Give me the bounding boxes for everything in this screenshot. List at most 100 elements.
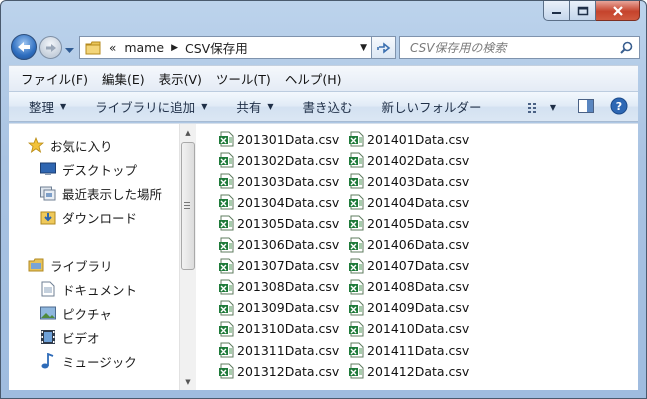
excel-csv-icon: [349, 258, 364, 274]
address-dropdown-arrow[interactable]: ▼: [360, 43, 367, 53]
nav-item-desktop[interactable]: デスクトップ: [39, 158, 137, 180]
file-item[interactable]: 201412Data.csv: [348, 361, 469, 381]
menu-help[interactable]: ヘルプ(H): [285, 69, 342, 88]
burn-label: 書き込む: [302, 100, 353, 115]
chevron-down-icon: [65, 48, 74, 53]
file-item[interactable]: 201407Data.csv: [348, 256, 469, 276]
address-bar[interactable]: « mame ▶ CSV保存用 ▼: [79, 36, 372, 59]
file-name: 201304Data.csv: [237, 194, 340, 210]
file-item[interactable]: 201312Data.csv: [218, 361, 339, 381]
file-item[interactable]: 201404Data.csv: [348, 192, 469, 212]
file-item[interactable]: 201301Data.csv: [218, 129, 339, 149]
share-button[interactable]: 共有 ▼: [236, 97, 273, 116]
file-item[interactable]: 201304Data.csv: [218, 192, 339, 212]
add-to-library-button[interactable]: ライブラリに追加 ▼: [95, 97, 207, 116]
maximize-button[interactable]: [570, 1, 596, 21]
content-area: お気に入り デスクトップ 最近表示した場所 ダウンロード ライブラリ ドキュメン…: [9, 123, 638, 390]
new-folder-button[interactable]: 新しいフォルダー: [382, 97, 482, 116]
search-icon: [620, 41, 633, 54]
file-item[interactable]: 201405Data.csv: [348, 213, 469, 233]
new-folder-label: 新しいフォルダー: [381, 100, 482, 115]
search-input[interactable]: [410, 40, 610, 55]
help-button[interactable]: ?: [610, 97, 628, 118]
close-icon: [612, 5, 623, 16]
nav-item-downloads[interactable]: ダウンロード: [39, 206, 137, 228]
file-name: 201407Data.csv: [367, 258, 470, 274]
chevron-down-icon: ▼: [201, 102, 208, 111]
minimize-button[interactable]: [543, 1, 570, 21]
library-icon: [27, 256, 45, 274]
file-item[interactable]: 201410Data.csv: [348, 319, 469, 339]
file-item[interactable]: 201307Data.csv: [218, 256, 339, 276]
scroll-up-button[interactable]: ▲: [180, 124, 196, 141]
organize-button[interactable]: 整理 ▼: [29, 97, 66, 116]
caption-buttons: [543, 1, 640, 21]
nav-item-favorites[interactable]: お気に入り: [27, 134, 113, 156]
address-overflow[interactable]: «: [109, 41, 116, 55]
refresh-button[interactable]: [372, 36, 396, 59]
file-item[interactable]: 201302Data.csv: [218, 150, 339, 170]
preview-pane-button[interactable]: [578, 99, 594, 116]
nav-item-recent-places[interactable]: 最近表示した場所: [39, 182, 162, 204]
film-icon: [39, 328, 57, 346]
file-name: 201309Data.csv: [237, 300, 340, 316]
maximize-icon: [577, 6, 588, 15]
file-name: 201401Data.csv: [367, 131, 470, 147]
file-item[interactable]: 201401Data.csv: [348, 129, 469, 149]
file-item[interactable]: 201305Data.csv: [218, 213, 339, 233]
nav-label: 最近表示した場所: [62, 186, 163, 202]
menu-view[interactable]: 表示(V): [159, 69, 202, 88]
file-name: 201409Data.csv: [367, 300, 470, 316]
nav-item-music[interactable]: ミュージック: [39, 350, 137, 372]
file-name: 201305Data.csv: [237, 215, 340, 231]
close-button[interactable]: [596, 1, 640, 21]
excel-csv-icon: [219, 215, 234, 231]
burn-button[interactable]: 書き込む: [303, 97, 353, 116]
folder-icon: [85, 41, 101, 54]
back-button[interactable]: [11, 34, 37, 60]
file-item[interactable]: 201308Data.csv: [218, 277, 339, 297]
menu-file[interactable]: ファイル(F): [21, 69, 88, 88]
excel-csv-icon: [349, 152, 364, 168]
search-box[interactable]: [399, 36, 640, 59]
nav-item-libraries[interactable]: ライブラリ: [27, 254, 113, 276]
file-item[interactable]: 201311Data.csv: [218, 340, 339, 360]
nav-item-pictures[interactable]: ピクチャ: [39, 302, 112, 324]
file-item[interactable]: 201306Data.csv: [218, 235, 339, 255]
view-options-button[interactable]: ▼: [527, 102, 556, 114]
file-item[interactable]: 201411Data.csv: [348, 340, 469, 360]
navigation-scrollbar[interactable]: ▲ ▼: [179, 124, 196, 390]
file-item[interactable]: 201310Data.csv: [218, 319, 339, 339]
file-item[interactable]: 201406Data.csv: [348, 235, 469, 255]
address-crumb-csv[interactable]: CSV保存用: [185, 38, 248, 57]
command-bar-right: ▼ ?: [527, 97, 628, 118]
excel-csv-icon: [349, 363, 364, 379]
excel-csv-icon: [349, 215, 364, 231]
file-item[interactable]: 201403Data.csv: [348, 171, 469, 191]
excel-csv-icon: [349, 279, 364, 295]
crumb-separator-arrow[interactable]: ▶: [171, 43, 178, 53]
file-item[interactable]: 201309Data.csv: [218, 298, 339, 318]
forward-button[interactable]: [39, 36, 62, 59]
file-item[interactable]: 201409Data.csv: [348, 298, 469, 318]
file-name: 201311Data.csv: [237, 342, 340, 358]
scroll-down-button[interactable]: ▼: [180, 373, 196, 390]
nav-item-documents[interactable]: ドキュメント: [39, 278, 137, 300]
recent-pages-button[interactable]: [65, 43, 74, 57]
address-crumb-mame[interactable]: mame: [124, 40, 164, 55]
file-name: 201306Data.csv: [237, 237, 340, 252]
nav-label: デスクトップ: [62, 162, 138, 178]
file-item[interactable]: 201303Data.csv: [218, 171, 339, 191]
nav-label: ライブラリ: [50, 258, 113, 274]
nav-item-videos[interactable]: ビデオ: [39, 326, 100, 348]
menu-edit[interactable]: 編集(E): [102, 69, 145, 88]
nav-label: ピクチャ: [62, 306, 112, 322]
excel-csv-icon: [349, 173, 364, 189]
file-item[interactable]: 201402Data.csv: [348, 150, 469, 170]
menu-tools[interactable]: ツール(T): [216, 69, 271, 88]
file-item[interactable]: 201408Data.csv: [348, 277, 469, 297]
file-name: 201404Data.csv: [367, 194, 470, 210]
excel-csv-icon: [349, 194, 364, 210]
excel-csv-icon: [219, 363, 234, 379]
recent-places-icon: [39, 184, 57, 202]
